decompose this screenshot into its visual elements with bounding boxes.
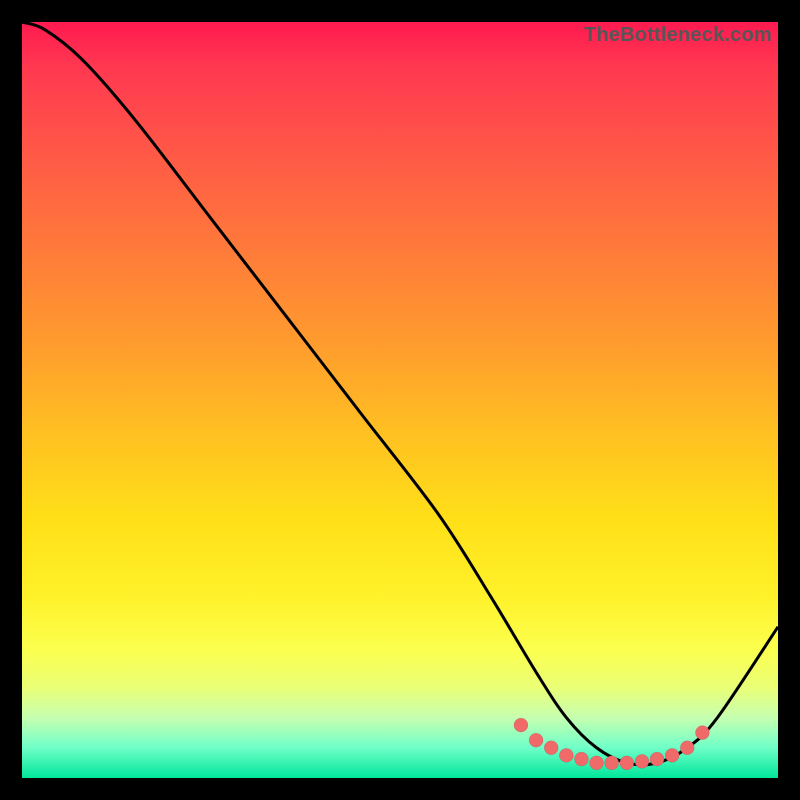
marker-dot	[665, 748, 679, 762]
chart-plot-area: TheBottleneck.com	[22, 22, 778, 778]
marker-dot	[695, 726, 709, 740]
bottleneck-curve	[22, 22, 778, 765]
chart-svg	[22, 22, 778, 778]
marker-dot	[544, 741, 558, 755]
marker-dot	[605, 756, 619, 770]
optimal-range-markers	[514, 718, 709, 770]
marker-dot	[650, 752, 664, 766]
marker-dot	[620, 756, 634, 770]
marker-dot	[635, 754, 649, 768]
marker-dot	[529, 733, 543, 747]
marker-dot	[590, 756, 604, 770]
marker-dot	[559, 748, 573, 762]
marker-dot	[680, 741, 694, 755]
marker-dot	[574, 752, 588, 766]
marker-dot	[514, 718, 528, 732]
